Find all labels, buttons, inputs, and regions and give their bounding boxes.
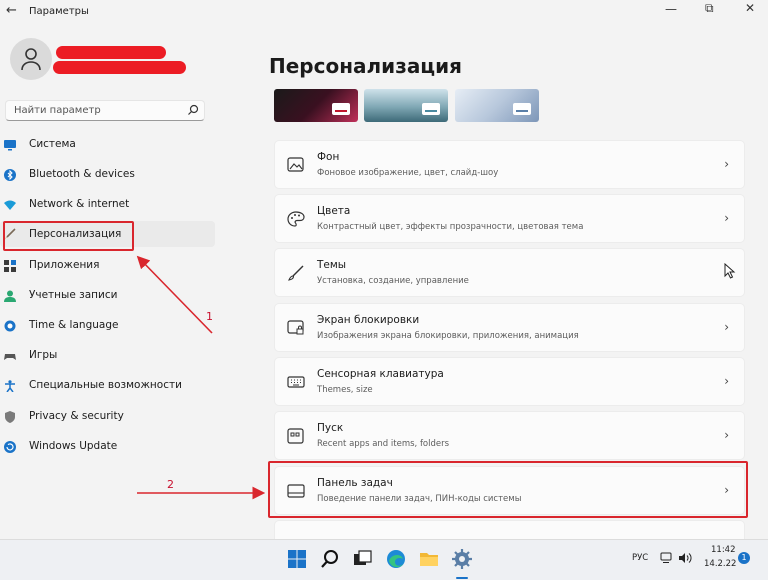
- input-language[interactable]: РУС: [632, 553, 648, 563]
- sidebar-item-apps[interactable]: Приложения: [0, 254, 215, 278]
- card-background[interactable]: Фон Фоновое изображение, цвет, слайд-шоу…: [274, 140, 745, 189]
- card-title: Сенсорная клавиатура: [317, 368, 444, 380]
- back-button[interactable]: ←: [6, 3, 17, 18]
- sidebar-item-label: Bluetooth & devices: [29, 168, 135, 180]
- shield-icon: [5, 411, 15, 423]
- keyboard-icon: [287, 376, 305, 388]
- card-lock-screen[interactable]: Экран блокировки Изображения экрана блок…: [274, 303, 745, 352]
- card-title: Экран блокировки: [317, 314, 420, 326]
- image-icon: [287, 157, 304, 172]
- card-subtitle: Фоновое изображение, цвет, слайд-шоу: [317, 168, 499, 178]
- brush-icon: [288, 265, 304, 281]
- windows-taskbar: РУС 11:42 14.2.22 1: [0, 539, 768, 580]
- title-bar: ← Параметры — ⧉ ✕: [0, 0, 768, 24]
- theme-thumbnail[interactable]: [364, 89, 448, 122]
- search-icon: [188, 104, 199, 115]
- palette-icon: [287, 211, 305, 227]
- search-input[interactable]: Найти параметр: [5, 100, 205, 121]
- mouse-cursor-icon: [724, 263, 736, 279]
- sidebar-item-network[interactable]: Network & internet: [0, 193, 215, 217]
- card-themes[interactable]: Темы Установка, создание, управление: [274, 248, 745, 297]
- sidebar-item-label: Network & internet: [29, 198, 130, 210]
- card-touch-keyboard[interactable]: Сенсорная клавиатура Themes, size ›: [274, 357, 745, 406]
- search-placeholder: Найти параметр: [14, 105, 101, 116]
- update-icon: [4, 441, 16, 453]
- sidebar-item-label: Windows Update: [29, 440, 118, 452]
- redacted-username: [56, 46, 166, 59]
- clock-time[interactable]: 11:42: [711, 545, 736, 555]
- avatar[interactable]: [10, 38, 52, 80]
- annotation-box-personalization: [3, 221, 134, 251]
- apps-icon: [4, 260, 16, 272]
- card-title: Цвета: [317, 205, 351, 217]
- card-title: Пуск: [317, 422, 344, 434]
- start-icon: [287, 428, 304, 444]
- sidebar-item-accessibility[interactable]: Специальные возможности: [0, 374, 215, 398]
- clock-date[interactable]: 14.2.22: [704, 559, 736, 569]
- maximize-button[interactable]: ⧉: [705, 2, 714, 14]
- card-subtitle: Изображения экрана блокировки, приложени…: [317, 331, 579, 341]
- page-title: Персонализация: [269, 54, 462, 78]
- sidebar-item-label: Приложения: [29, 259, 100, 271]
- monitor-icon: [4, 140, 16, 151]
- settings-gear-icon[interactable]: [451, 548, 473, 570]
- annotation-number-2: 2: [167, 478, 174, 491]
- card-subtitle: Recent apps and items, folders: [317, 439, 450, 449]
- file-explorer-icon[interactable]: [418, 548, 440, 570]
- person-icon: [21, 48, 41, 71]
- chevron-right-icon: ›: [724, 211, 729, 225]
- app-title: Параметры: [29, 6, 89, 17]
- sidebar-item-system[interactable]: Система: [0, 133, 215, 157]
- notification-badge[interactable]: 1: [738, 552, 750, 564]
- sidebar-item-gaming[interactable]: Игры: [0, 344, 215, 368]
- sidebar-item-label: Privacy & security: [29, 410, 124, 422]
- sidebar-item-accounts[interactable]: Учетные записи: [0, 284, 215, 308]
- globe-clock-icon: [4, 320, 16, 332]
- person-icon: [4, 290, 16, 302]
- volume-icon[interactable]: [678, 552, 692, 564]
- card-start[interactable]: Пуск Recent apps and items, folders ›: [274, 411, 745, 460]
- annotation-box-taskbar: [268, 461, 748, 518]
- wifi-icon: [4, 200, 16, 210]
- task-view-icon[interactable]: [351, 548, 373, 570]
- sidebar-item-label: Time & language: [29, 319, 119, 331]
- active-app-indicator: [456, 577, 468, 579]
- close-button[interactable]: ✕: [745, 2, 755, 14]
- chevron-right-icon: ›: [724, 157, 729, 171]
- edge-icon[interactable]: [385, 548, 407, 570]
- theme-thumbnail[interactable]: [274, 89, 358, 122]
- sidebar-item-label: Учетные записи: [29, 289, 118, 301]
- sidebar-item-time-language[interactable]: Time & language: [0, 314, 215, 338]
- sidebar-item-label: Система: [29, 138, 76, 150]
- network-icon[interactable]: [660, 552, 672, 564]
- sidebar-item-label: Специальные возможности: [29, 379, 182, 391]
- card-title: Темы: [317, 259, 347, 271]
- sidebar-item-privacy[interactable]: Privacy & security: [0, 405, 215, 429]
- accessibility-icon: [5, 380, 15, 392]
- gamepad-icon: [4, 354, 16, 360]
- chevron-right-icon: ›: [724, 428, 729, 442]
- sidebar-item-windows-update[interactable]: Windows Update: [0, 435, 215, 459]
- card-subtitle: Установка, создание, управление: [317, 276, 469, 286]
- sidebar-item-bluetooth[interactable]: Bluetooth & devices: [0, 163, 215, 187]
- card-title: Фон: [317, 151, 340, 163]
- minimize-button[interactable]: —: [665, 3, 677, 15]
- search-icon[interactable]: [319, 548, 341, 570]
- card-colors[interactable]: Цвета Контрастный цвет, эффекты прозрачн…: [274, 194, 745, 243]
- annotation-number-1: 1: [206, 310, 213, 323]
- chevron-right-icon: ›: [724, 374, 729, 388]
- windows-start-icon[interactable]: [286, 548, 308, 570]
- bluetooth-icon: [4, 169, 16, 181]
- card-subtitle: Контрастный цвет, эффекты прозрачности, …: [317, 222, 584, 232]
- lock-screen-icon: [287, 320, 304, 335]
- sidebar-item-label: Игры: [29, 349, 58, 361]
- chevron-right-icon: ›: [724, 320, 729, 334]
- card-subtitle: Themes, size: [317, 385, 373, 395]
- theme-thumbnail[interactable]: [455, 89, 539, 122]
- redacted-email: [53, 61, 186, 74]
